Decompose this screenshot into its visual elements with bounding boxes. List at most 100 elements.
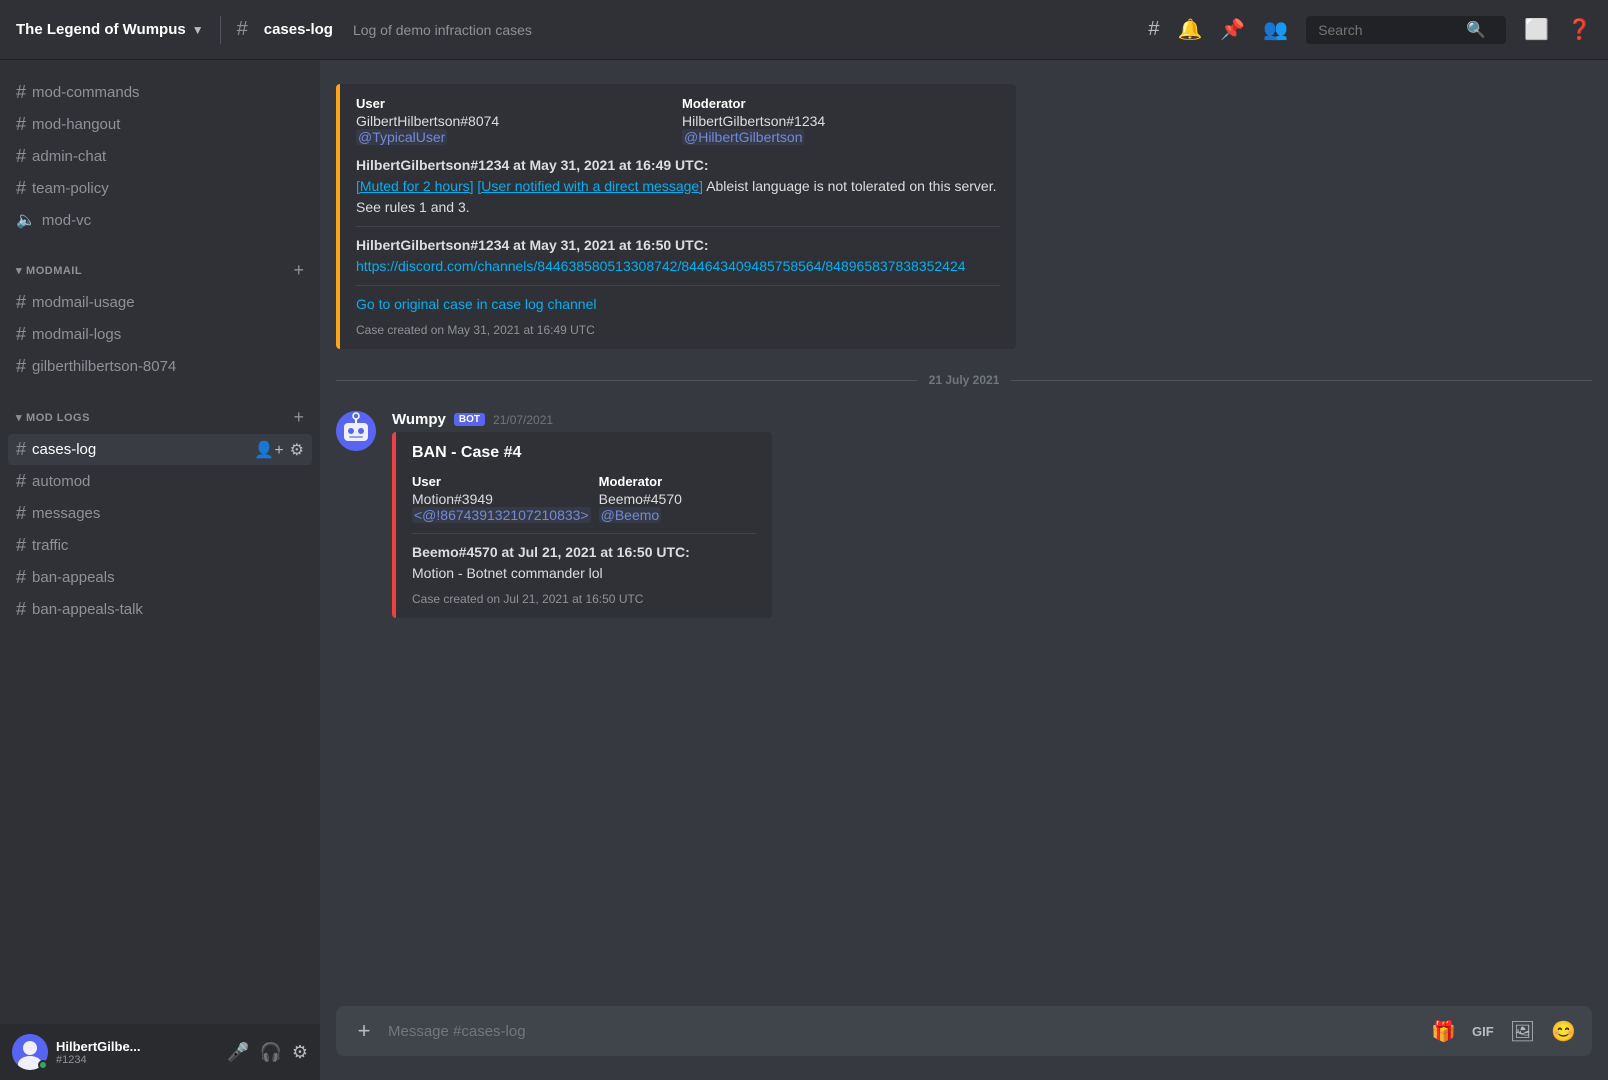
- notified-tag[interactable]: [User notified with a direct message]: [477, 178, 703, 194]
- channel-label: messages: [32, 505, 304, 522]
- help-icon[interactable]: ❓: [1567, 17, 1592, 42]
- hash-icon: #: [16, 535, 26, 556]
- user-bar: HilbertGilbe... #1234 🎤 🎧 ⚙: [0, 1024, 320, 1080]
- message-timestamp: 21/07/2021: [493, 413, 553, 427]
- hash-icon: #: [16, 146, 26, 167]
- user-mention[interactable]: @TypicalUser: [356, 129, 447, 145]
- channel-label: cases-log: [32, 441, 248, 458]
- sidebar-item-admin-chat[interactable]: # admin-chat: [8, 141, 312, 172]
- members-icon[interactable]: 👥: [1263, 17, 1288, 42]
- ban-embed-mod-field: Moderator Beemo#4570 @Beemo: [599, 474, 756, 523]
- header-channel-name: cases-log: [264, 21, 333, 38]
- sidebar-item-mod-vc[interactable]: 🔈 mod-vc: [8, 205, 312, 235]
- top-header: The Legend of Wumpus ▼ # cases-log Log o…: [0, 0, 1608, 60]
- sidebar-item-cases-log[interactable]: # cases-log 👤+ ⚙: [8, 434, 312, 465]
- gift-icon[interactable]: 🎁: [1431, 1019, 1456, 1044]
- ban-user-mention[interactable]: <@!867439132107210833>: [412, 507, 591, 523]
- message-input-wrapper: + 🎁 GIF 🖼 😊: [336, 1006, 1592, 1056]
- discord-link[interactable]: https://discord.com/channels/84463858051…: [356, 258, 966, 274]
- sidebar-item-modmail-logs[interactable]: # modmail-logs: [8, 319, 312, 350]
- embed-moderator-field: Moderator HilbertGilbertson#1234 @Hilber…: [682, 96, 1000, 145]
- speaker-icon: 🔈: [16, 210, 36, 230]
- sidebar-item-automod[interactable]: # automod: [8, 466, 312, 497]
- channel-actions: 👤+ ⚙: [254, 440, 304, 460]
- header-icons: # 🔔 📌 👥 🔍 ⬜ ❓: [1148, 16, 1592, 44]
- sidebar-item-messages[interactable]: # messages: [8, 498, 312, 529]
- modlogs-group-header[interactable]: ▾ MOD LOGS +: [8, 403, 312, 432]
- channel-label: gilberthilbertson-8074: [32, 358, 304, 375]
- bot-badge: BOT: [454, 413, 485, 426]
- embed-footer: Case created on May 31, 2021 at 16:49 UT…: [356, 323, 1000, 337]
- action2-author: HilbertGilbertson#1234 at May 31, 2021 a…: [356, 237, 708, 253]
- search-input[interactable]: [1318, 22, 1458, 38]
- ban-embed-separator: [412, 533, 756, 534]
- hash-icon[interactable]: #: [1148, 18, 1159, 41]
- sidebar-item-ban-appeals[interactable]: # ban-appeals: [8, 562, 312, 593]
- hash-icon: #: [16, 114, 26, 135]
- hash-icon: #: [16, 567, 26, 588]
- sidebar-item-modmail-usage[interactable]: # modmail-usage: [8, 287, 312, 318]
- ban-mod-value: Beemo#4570 @Beemo: [599, 491, 756, 523]
- go-to-case-link[interactable]: Go to original case in case log channel: [356, 296, 596, 312]
- emoji-icon[interactable]: 😊: [1551, 1019, 1576, 1044]
- gif-icon[interactable]: GIF: [1472, 1024, 1494, 1039]
- ban-action-author: Beemo#4570 at Jul 21, 2021 at 16:50 UTC:: [412, 544, 690, 560]
- muted-tag[interactable]: [Muted for 2 hours]: [356, 178, 474, 194]
- headphone-icon[interactable]: 🎧: [259, 1042, 281, 1063]
- channel-label: mod-hangout: [32, 116, 304, 133]
- user-tag: #1234: [56, 1054, 219, 1066]
- mod-mention[interactable]: @HilbertGilbertson: [682, 129, 804, 145]
- settings-icon[interactable]: ⚙: [290, 440, 304, 460]
- channel-group-ungrouped: # mod-commands # mod-hangout # admin-cha…: [0, 60, 320, 240]
- sidebar-item-traffic[interactable]: # traffic: [8, 530, 312, 561]
- modmail-group-header[interactable]: ▾ MODMAIL +: [8, 256, 312, 285]
- embed-user-value: GilbertHilbertson#8074 @TypicalUser: [356, 113, 674, 145]
- channel-label: automod: [32, 473, 304, 490]
- bell-icon[interactable]: 🔔: [1177, 17, 1202, 42]
- ban-embed-user-field: User Motion#3949 <@!867439132107210833>: [412, 474, 591, 523]
- microphone-icon[interactable]: 🎤: [227, 1042, 249, 1063]
- ban-embed: BAN - Case #4 User Motion#3949 <@!867439…: [392, 432, 772, 618]
- server-name[interactable]: The Legend of Wumpus ▼: [16, 21, 204, 38]
- sticker-icon[interactable]: 🖼: [1510, 1019, 1535, 1044]
- message-input[interactable]: [388, 1023, 1419, 1040]
- search-bar[interactable]: 🔍: [1306, 16, 1506, 44]
- chevron-icon: ▾: [16, 264, 22, 277]
- sidebar-item-team-policy[interactable]: # team-policy: [8, 173, 312, 204]
- add-channel-button[interactable]: +: [293, 407, 304, 428]
- channel-label: traffic: [32, 537, 304, 554]
- message-content: Wumpy BOT 21/07/2021 BAN - Case #4 User …: [392, 411, 1592, 618]
- settings-icon[interactable]: ⚙: [292, 1042, 308, 1063]
- hash-icon: #: [16, 82, 26, 103]
- hash-icon: #: [16, 599, 26, 620]
- main-layout: # mod-commands # mod-hangout # admin-cha…: [0, 60, 1608, 1080]
- inbox-icon[interactable]: ⬜: [1524, 17, 1549, 42]
- avatar-container: [12, 1034, 48, 1070]
- sidebar-item-ban-appeals-talk[interactable]: # ban-appeals-talk: [8, 594, 312, 625]
- channel-label: team-policy: [32, 180, 304, 197]
- embed-grid: User GilbertHilbertson#8074 @TypicalUser…: [356, 96, 1000, 145]
- pin-icon[interactable]: 📌: [1220, 17, 1245, 42]
- ban-user-value: Motion#3949 <@!867439132107210833>: [412, 491, 591, 523]
- ban-embed-grid: User Motion#3949 <@!867439132107210833> …: [412, 474, 756, 523]
- server-chevron-icon: ▼: [192, 23, 204, 37]
- header-divider: [220, 16, 221, 44]
- group-label-text: MODMAIL: [26, 265, 82, 277]
- messages-container: User GilbertHilbertson#8074 @TypicalUser…: [320, 60, 1608, 1006]
- embed-title: BAN - Case #4: [412, 444, 756, 462]
- sidebar-item-mod-commands[interactable]: # mod-commands: [8, 77, 312, 108]
- sidebar-item-gilberthilbertson[interactable]: # gilberthilbertson-8074: [8, 351, 312, 382]
- embed-separator: [356, 226, 1000, 227]
- add-channel-button[interactable]: +: [293, 260, 304, 281]
- user-value-text: GilbertHilbertson#8074: [356, 113, 499, 129]
- ban-mod-mention[interactable]: @Beemo: [599, 507, 662, 523]
- add-attachment-button[interactable]: +: [352, 1018, 376, 1044]
- divider-line-left: [336, 380, 917, 381]
- message-header: Wumpy BOT 21/07/2021: [392, 411, 1592, 428]
- sidebar-item-mod-hangout[interactable]: # mod-hangout: [8, 109, 312, 140]
- mod-value-text: HilbertGilbertson#1234: [682, 113, 825, 129]
- embed-field-name: Moderator: [599, 474, 756, 489]
- ban-user-text: Motion#3949: [412, 491, 493, 507]
- add-member-icon[interactable]: 👤+: [254, 440, 283, 460]
- channel-label: ban-appeals: [32, 569, 304, 586]
